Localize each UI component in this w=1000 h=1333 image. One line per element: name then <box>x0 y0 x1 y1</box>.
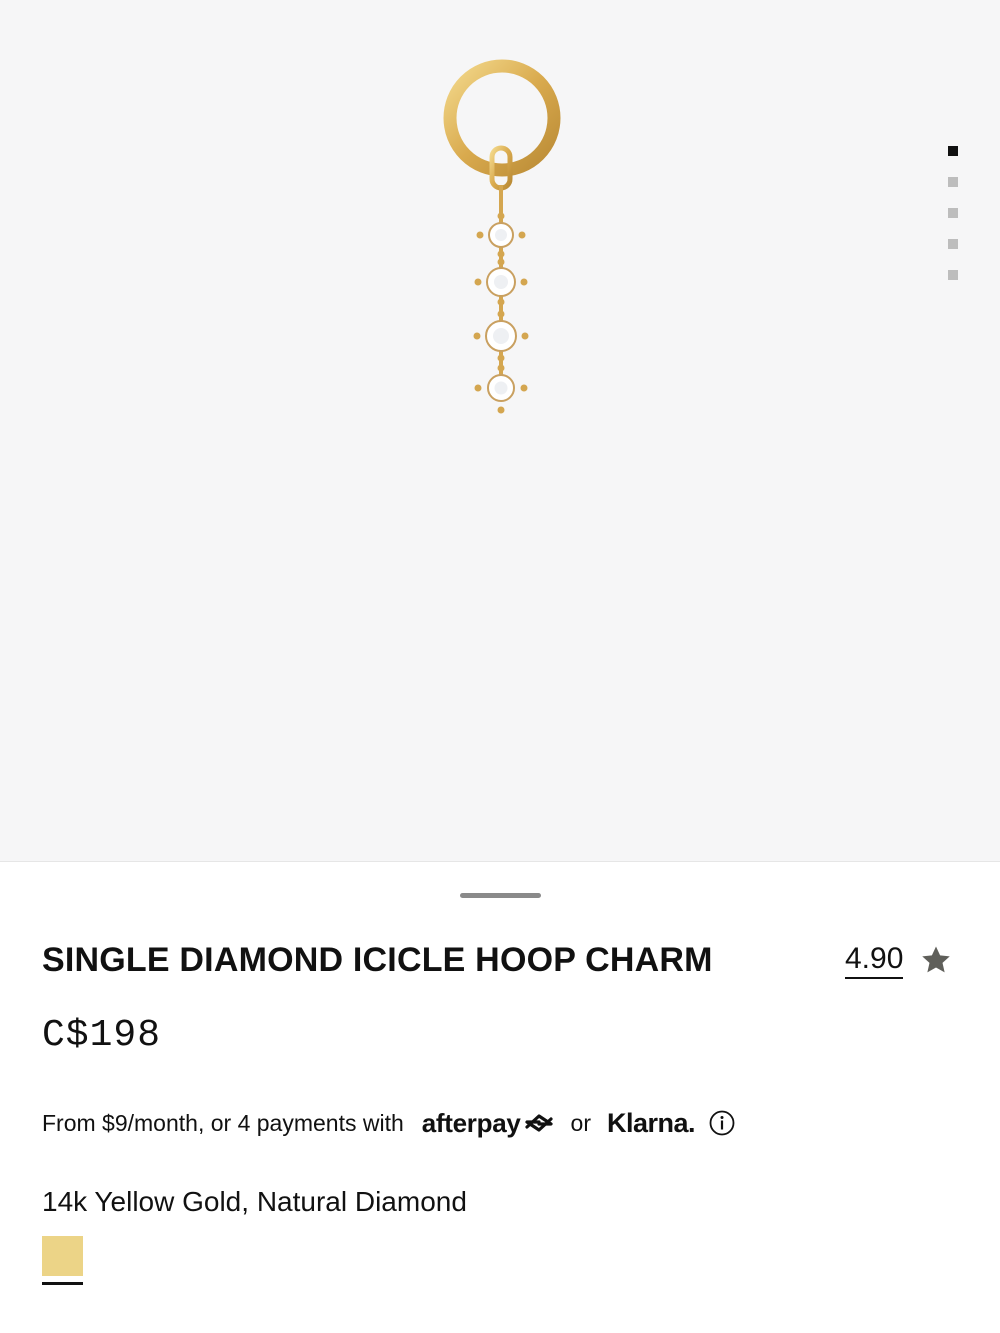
star-icon <box>922 946 951 973</box>
afterpay-logo[interactable]: afterpay <box>422 1108 555 1139</box>
rating-value[interactable]: 4.90 <box>845 942 904 979</box>
swatch-selected-indicator <box>42 1282 83 1285</box>
gallery-dot-4[interactable] <box>948 239 958 249</box>
gallery-dot-2[interactable] <box>948 177 958 187</box>
payment-or-text: or <box>570 1109 591 1136</box>
product-price: C$198 <box>42 1014 162 1057</box>
product-image[interactable] <box>420 50 580 430</box>
gallery-dot-3[interactable] <box>948 208 958 218</box>
info-icon[interactable] <box>709 1110 735 1136</box>
afterpay-arrows-icon <box>524 1114 553 1132</box>
product-rating[interactable]: 4.90 <box>845 940 953 980</box>
afterpay-label: afterpay <box>421 1107 521 1138</box>
product-title: SINGLE DIAMOND ICICLE HOOP CHARM <box>42 941 713 979</box>
payment-options: From $9/month, or 4 payments with afterp… <box>42 1104 735 1142</box>
bottom-sheet-handle[interactable] <box>460 893 541 898</box>
gallery-dot-1[interactable] <box>948 146 958 156</box>
installment-text: From $9/month, or 4 payments with <box>42 1109 404 1136</box>
variant-label: 14k Yellow Gold, Natural Diamond <box>42 1186 467 1217</box>
color-swatch-yellow-gold[interactable] <box>42 1236 83 1276</box>
gallery-dot-5[interactable] <box>948 270 958 280</box>
gallery-pagination <box>948 146 960 301</box>
klarna-logo[interactable]: Klarna. <box>607 1108 696 1139</box>
product-image-gallery[interactable] <box>0 0 1000 862</box>
